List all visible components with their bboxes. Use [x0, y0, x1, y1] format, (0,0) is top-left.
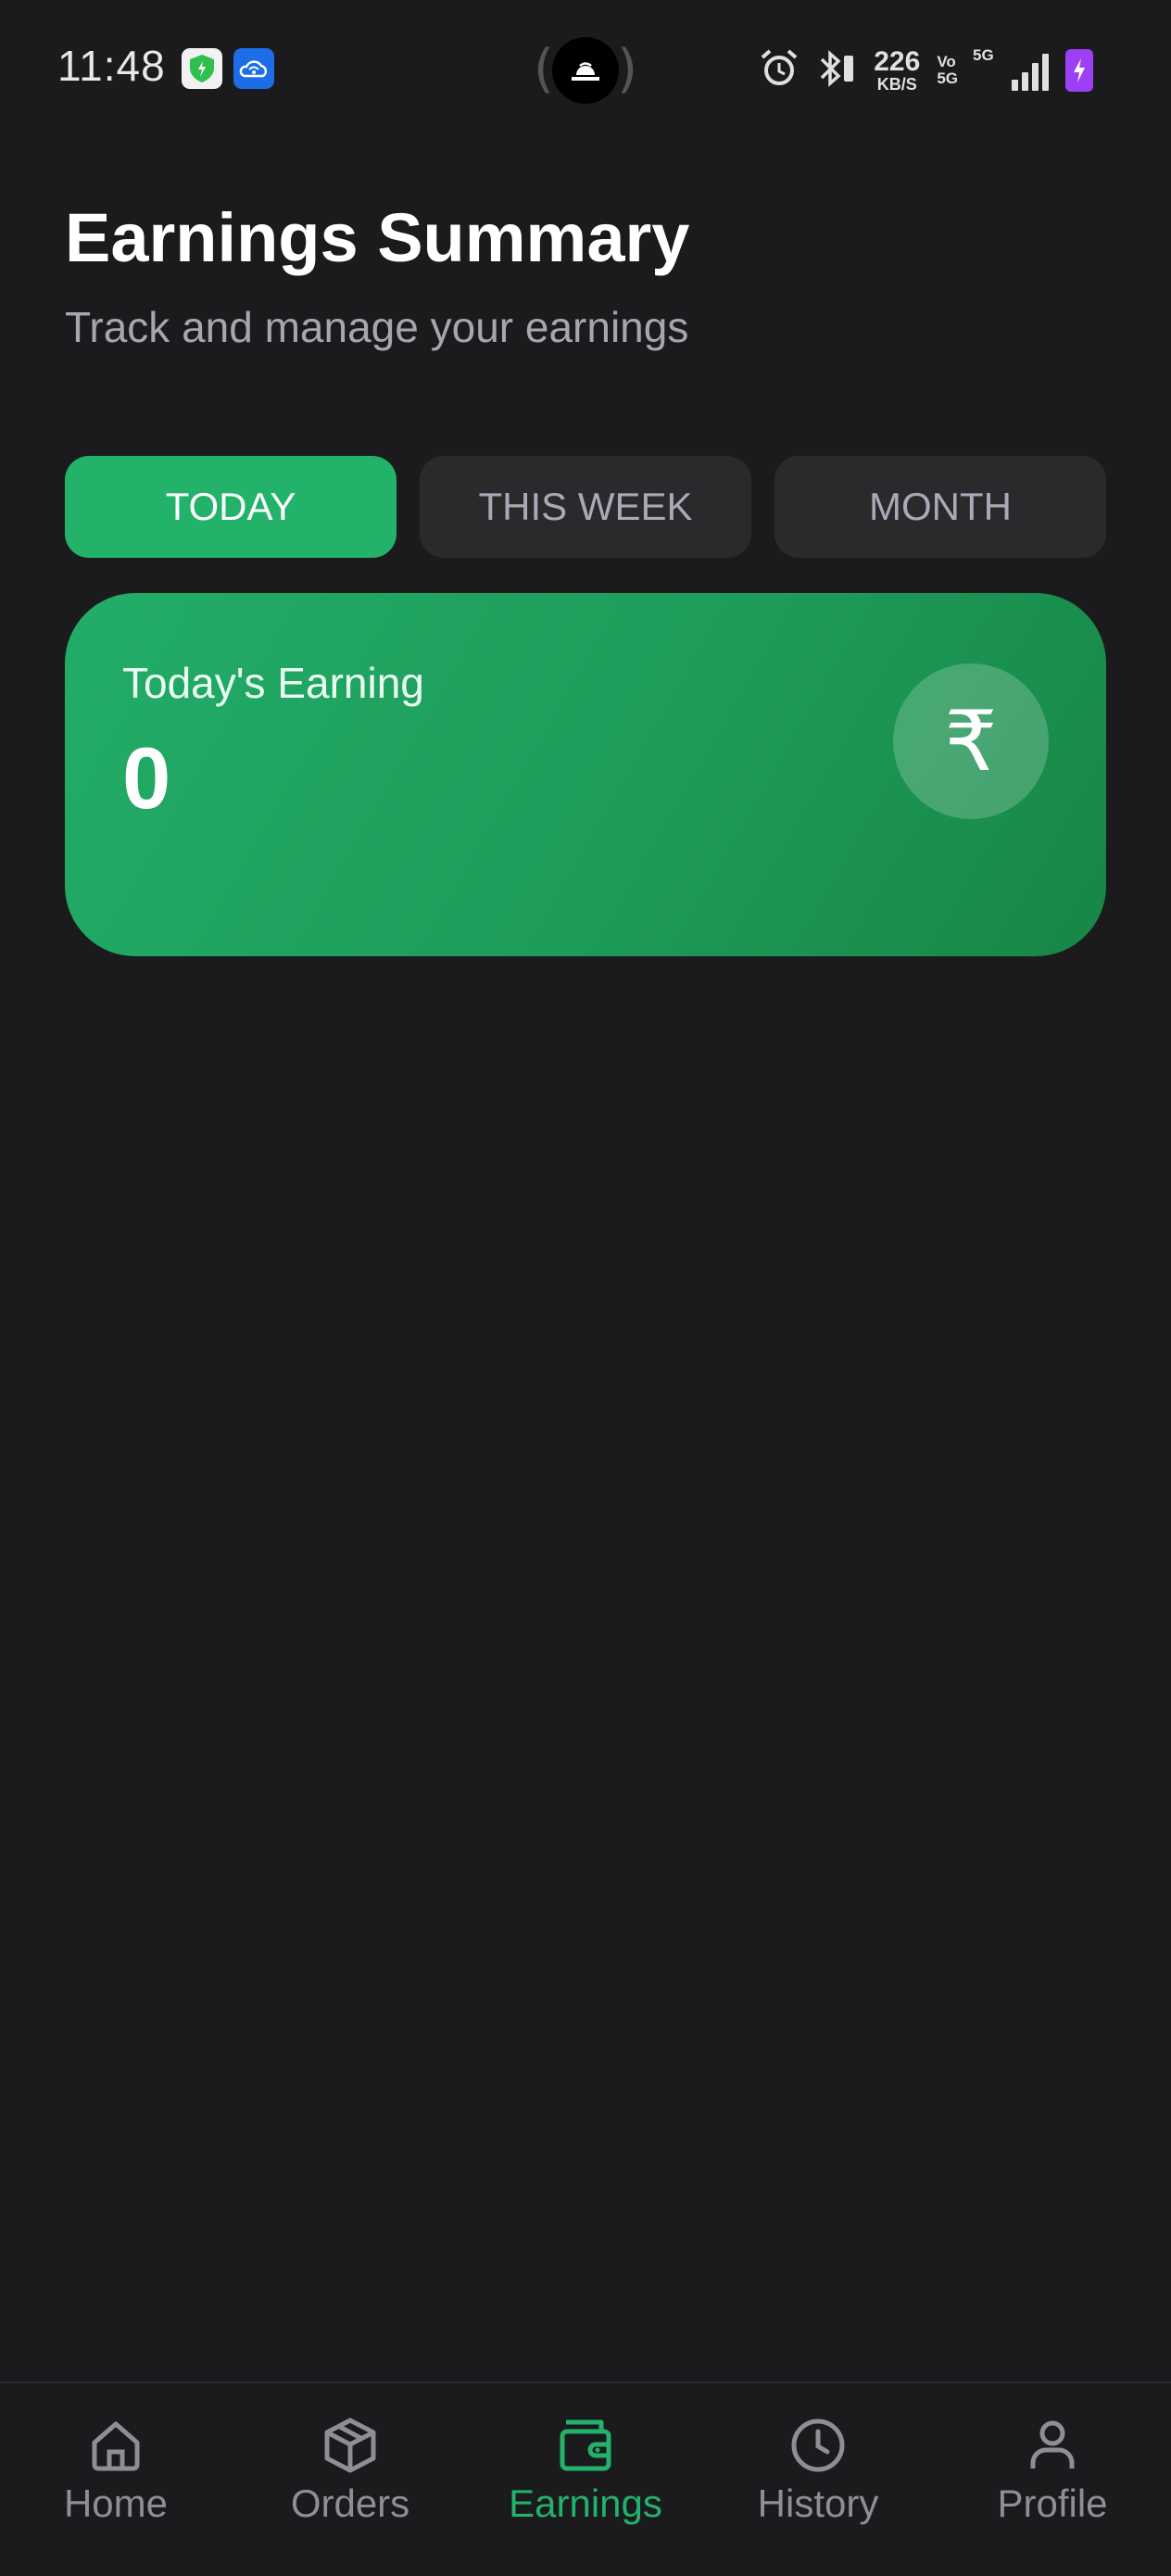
nav-item-home[interactable]: Home	[23, 2415, 208, 2544]
bottom-nav: Home Orders Earnings History Profile	[0, 2381, 1171, 2576]
signal-strength-icon: 5G	[973, 46, 1049, 91]
battery-charging-icon	[1065, 49, 1093, 92]
cloud-wifi-icon	[233, 48, 274, 89]
earning-card: Today's Earning 0 ₹	[65, 593, 1106, 956]
hotspot-icon	[572, 62, 599, 81]
nav-label-earnings: Earnings	[509, 2481, 662, 2525]
network-speed: 226 KB/S	[874, 46, 921, 94]
nav-label-profile: Profile	[997, 2481, 1108, 2525]
alarm-icon	[759, 48, 800, 94]
nav-item-earnings[interactable]: Earnings	[493, 2415, 678, 2544]
page-title: Earnings Summary	[65, 199, 690, 276]
status-icons: 226 KB/S Vo 5G 5G	[759, 43, 1093, 98]
home-icon	[92, 2421, 140, 2471]
earning-label: Today's Earning	[122, 659, 424, 707]
tab-month[interactable]: MONTH	[774, 456, 1106, 558]
page-subtitle: Track and manage your earnings	[65, 303, 689, 351]
nav-item-orders[interactable]: Orders	[258, 2415, 443, 2544]
period-tabs: TODAY THIS WEEK MONTH	[65, 456, 1106, 558]
nav-label-orders: Orders	[290, 2481, 410, 2525]
clock-icon	[791, 2418, 845, 2472]
wallet-icon	[560, 2419, 611, 2471]
front-camera: ( )	[534, 33, 637, 107]
status-time: 11:48	[57, 42, 166, 90]
status-bar: 11:48 ( ) 226 KB/S Vo 5G 5G	[0, 0, 1171, 139]
nav-item-profile[interactable]: Profile	[960, 2415, 1145, 2544]
tab-today[interactable]: TODAY	[65, 456, 397, 558]
tab-this-week[interactable]: THIS WEEK	[420, 456, 751, 558]
volte-indicator: Vo 5G	[937, 53, 958, 87]
bluetooth-vibrate-icon	[816, 48, 857, 94]
earnings-screen: 11:48 ( ) 226 KB/S Vo 5G 5G Earnings Sum…	[0, 0, 1171, 2576]
nav-item-history[interactable]: History	[725, 2415, 911, 2544]
user-icon	[1030, 2420, 1075, 2469]
earning-amount: 0	[122, 729, 171, 827]
nav-label-history: History	[757, 2481, 879, 2525]
box-icon	[324, 2418, 376, 2473]
security-shield-icon	[182, 48, 222, 89]
rupee-icon: ₹	[893, 663, 1049, 819]
nav-label-home: Home	[63, 2481, 169, 2525]
